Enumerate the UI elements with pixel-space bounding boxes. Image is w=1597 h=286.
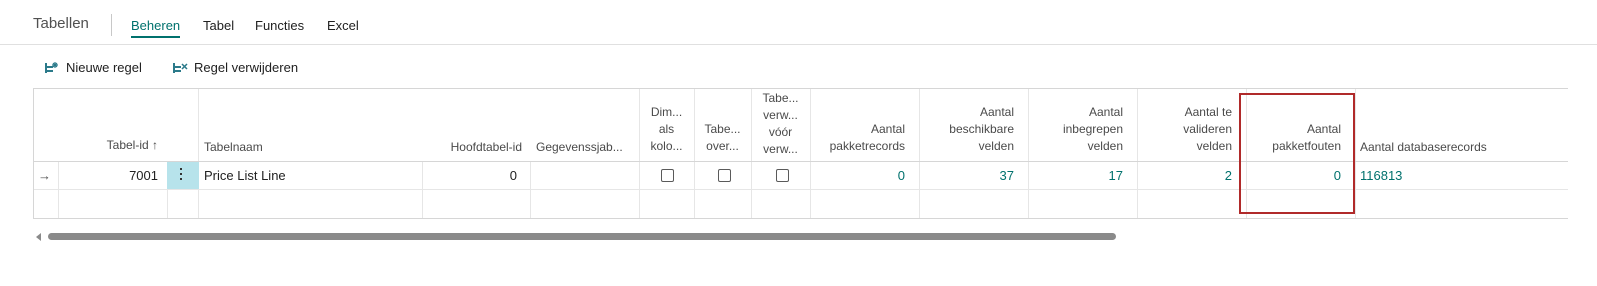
horizontal-scrollbar[interactable] — [33, 231, 1567, 243]
cell-database-records[interactable]: 116813 — [1360, 162, 1510, 189]
header-line: kolo... — [650, 139, 683, 153]
tab-beheren[interactable]: Beheren — [131, 18, 181, 38]
header-line: verw... — [763, 142, 798, 156]
top-bar: Tabellen Beheren Tabel Functies Excel — [0, 0, 1597, 45]
cell-fields-to-validate[interactable]: 2 — [1137, 162, 1232, 189]
header-line: Aantal — [1088, 105, 1123, 119]
scrollbar-thumb[interactable] — [48, 233, 1116, 240]
tab-excel[interactable]: Excel — [327, 18, 359, 33]
checkbox-table-over[interactable] — [718, 169, 731, 182]
cell-package-records[interactable]: 0 — [810, 162, 905, 189]
delete-line-icon — [173, 62, 188, 73]
tab-functies[interactable]: Functies — [255, 18, 304, 33]
header-available-fields[interactable]: Aantal beschikbare velden — [919, 104, 1014, 155]
title-separator — [111, 14, 112, 36]
cell-available-fields[interactable]: 37 — [919, 162, 1014, 189]
header-table-name[interactable]: Tabelnaam — [204, 139, 404, 156]
more-options-icon — [180, 168, 183, 183]
header-line: valideren — [1183, 122, 1232, 136]
header-line: Aantal — [979, 105, 1014, 119]
header-line: Aantal — [870, 122, 905, 136]
header-line: inbegrepen — [1062, 122, 1123, 136]
header-line: Tabe... — [762, 91, 799, 105]
checkbox-dimensions-as-columns[interactable] — [661, 169, 674, 182]
header-line: over... — [706, 139, 739, 153]
header-main-table-id[interactable]: Hoofdtabel-id — [422, 139, 522, 156]
header-table-id[interactable]: Tabel-id ↑ — [58, 137, 158, 154]
header-line: vóór — [768, 125, 793, 139]
column-divider — [198, 89, 199, 218]
scroll-left-icon[interactable] — [36, 233, 41, 241]
checkbox-table-delete-before[interactable] — [776, 169, 789, 182]
cell-table-id[interactable]: 7001 — [58, 162, 158, 189]
header-line: Dim... — [650, 105, 683, 119]
page-title: Tabellen — [33, 15, 89, 32]
new-line-button[interactable]: Nieuwe regel — [44, 60, 142, 75]
new-line-icon — [45, 61, 58, 73]
header-line: beschikbare — [949, 122, 1014, 136]
header-line: velden — [1087, 139, 1123, 153]
row-actions-button[interactable] — [167, 162, 199, 189]
header-line: verw... — [763, 108, 798, 122]
action-bar: Nieuwe regel Regel verwijderen — [0, 44, 1597, 88]
header-line: Aantal te — [1184, 105, 1232, 119]
header-data-sheet[interactable]: Gegevenssjab... — [536, 139, 636, 156]
cell-included-fields[interactable]: 17 — [1028, 162, 1123, 189]
column-divider — [530, 162, 531, 218]
header-table-delete-before[interactable]: Tabe... verw... vóór verw... — [751, 90, 810, 158]
delete-line-label: Regel verwijderen — [194, 60, 299, 75]
new-line-label: Nieuwe regel — [66, 60, 142, 75]
tab-tabel[interactable]: Tabel — [203, 18, 234, 33]
header-package-records[interactable]: Aantal pakketrecords — [810, 121, 905, 155]
delete-line-button[interactable]: Regel verwijderen — [172, 60, 298, 75]
column-divider — [1355, 89, 1356, 218]
cell-main-table-id[interactable]: 0 — [422, 162, 517, 189]
header-line: velden — [978, 139, 1014, 153]
cell-table-name[interactable]: Price List Line — [204, 162, 414, 189]
header-fields-to-validate[interactable]: Aantal te valideren velden — [1137, 104, 1232, 155]
header-line: als — [658, 122, 675, 136]
highlight-box — [1239, 93, 1355, 214]
header-line: pakketrecords — [829, 139, 905, 153]
header-dimensions-as-columns[interactable]: Dim... als kolo... — [639, 104, 694, 155]
header-table-over[interactable]: Tabe... over... — [694, 121, 751, 155]
header-database-records[interactable]: Aantal databaserecords — [1360, 139, 1560, 156]
header-line: velden — [1196, 139, 1232, 153]
header-included-fields[interactable]: Aantal inbegrepen velden — [1028, 104, 1123, 155]
header-line: Tabe... — [704, 122, 741, 136]
row-selected-arrow-icon: → — [38, 168, 51, 183]
